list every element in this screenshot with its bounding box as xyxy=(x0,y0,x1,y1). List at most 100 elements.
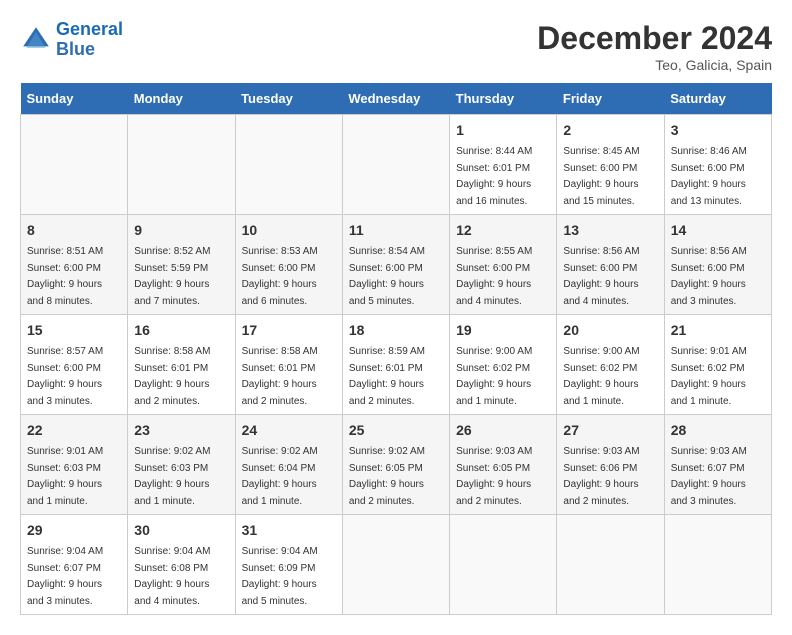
logo-blue: Blue xyxy=(56,39,95,59)
logo-text: General Blue xyxy=(56,20,123,60)
calendar-cell: 30Sunrise: 9:04 AMSunset: 6:08 PMDayligh… xyxy=(128,515,235,615)
day-number: 31 xyxy=(242,520,336,541)
day-number: 9 xyxy=(134,220,228,241)
day-info: Sunrise: 9:04 AMSunset: 6:07 PMDaylight:… xyxy=(27,546,103,607)
calendar-cell: 13 Sunrise: 8:56 AMSunset: 6:00 PMDayligh… xyxy=(557,215,664,315)
calendar-cell: 17 Sunrise: 8:58 AMSunset: 6:01 PMDayligh… xyxy=(235,315,342,415)
day-info: Sunrise: 8:46 AMSunset: 6:00 PMDaylight:… xyxy=(671,146,747,207)
calendar-row-4: 22Sunrise: 9:01 AMSunset: 6:03 PMDayligh… xyxy=(21,415,772,515)
calendar-cell: 20 Sunrise: 9:00 AMSunset: 6:02 PMDayligh… xyxy=(557,315,664,415)
page-header: General Blue December 2024 Teo, Galicia,… xyxy=(20,20,772,73)
header-row: Sunday Monday Tuesday Wednesday Thursday… xyxy=(21,83,772,115)
calendar-cell: 2 Sunrise: 8:45 AMSunset: 6:00 PMDaylight… xyxy=(557,115,664,215)
calendar-cell xyxy=(342,115,449,215)
day-number: 15 xyxy=(27,320,121,341)
day-info: Sunrise: 9:02 AMSunset: 6:03 PMDaylight:… xyxy=(134,446,210,507)
calendar-cell: 18 Sunrise: 8:59 AMSunset: 6:01 PMDayligh… xyxy=(342,315,449,415)
calendar-cell xyxy=(235,115,342,215)
day-number: 20 xyxy=(563,320,657,341)
calendar-header: Sunday Monday Tuesday Wednesday Thursday… xyxy=(21,83,772,115)
logo-general: General xyxy=(56,19,123,39)
day-number: 22 xyxy=(27,420,121,441)
day-info: Sunrise: 8:55 AMSunset: 6:00 PMDaylight:… xyxy=(456,246,532,307)
logo-icon xyxy=(20,24,52,56)
day-info: Sunrise: 9:00 AMSunset: 6:02 PMDaylight:… xyxy=(456,346,532,407)
calendar-cell: 15Sunrise: 8:57 AMSunset: 6:00 PMDayligh… xyxy=(21,315,128,415)
day-info: Sunrise: 8:45 AMSunset: 6:00 PMDaylight:… xyxy=(563,146,639,207)
col-tuesday: Tuesday xyxy=(235,83,342,115)
col-monday: Monday xyxy=(128,83,235,115)
calendar-row-2: 8 Sunrise: 8:51 AMSunset: 6:00 PMDaylight… xyxy=(21,215,772,315)
calendar-cell: 11Sunrise: 8:54 AMSunset: 6:00 PMDayligh… xyxy=(342,215,449,315)
day-info: Sunrise: 9:04 AMSunset: 6:08 PMDaylight:… xyxy=(134,546,210,607)
day-info: Sunrise: 8:56 AMSunset: 6:00 PMDaylight:… xyxy=(671,246,747,307)
calendar-cell xyxy=(664,515,771,615)
day-number: 8 xyxy=(27,220,121,241)
day-number: 1 xyxy=(456,120,550,141)
day-number: 23 xyxy=(134,420,228,441)
calendar-cell: 14 Sunrise: 8:56 AMSunset: 6:00 PMDayligh… xyxy=(664,215,771,315)
calendar-cell: 10 Sunrise: 8:53 AMSunset: 6:00 PMDayligh… xyxy=(235,215,342,315)
day-number: 26 xyxy=(456,420,550,441)
calendar-cell: 28 Sunrise: 9:03 AMSunset: 6:07 PMDayligh… xyxy=(664,415,771,515)
day-info: Sunrise: 9:04 AMSunset: 6:09 PMDaylight:… xyxy=(242,546,318,607)
day-number: 14 xyxy=(671,220,765,241)
title-area: December 2024 Teo, Galicia, Spain xyxy=(537,20,772,73)
day-info: Sunrise: 9:00 AMSunset: 6:02 PMDaylight:… xyxy=(563,346,639,407)
calendar-cell: 26 Sunrise: 9:03 AMSunset: 6:05 PMDayligh… xyxy=(450,415,557,515)
day-info: Sunrise: 8:59 AMSunset: 6:01 PMDaylight:… xyxy=(349,346,425,407)
day-number: 10 xyxy=(242,220,336,241)
day-number: 25 xyxy=(349,420,443,441)
calendar-cell: 27 Sunrise: 9:03 AMSunset: 6:06 PMDayligh… xyxy=(557,415,664,515)
calendar-cell xyxy=(128,115,235,215)
day-info: Sunrise: 8:53 AMSunset: 6:00 PMDaylight:… xyxy=(242,246,318,307)
day-info: Sunrise: 9:03 AMSunset: 6:05 PMDaylight:… xyxy=(456,446,532,507)
day-number: 24 xyxy=(242,420,336,441)
calendar-cell: 31 Sunrise: 9:04 AMSunset: 6:09 PMDayligh… xyxy=(235,515,342,615)
calendar-table: Sunday Monday Tuesday Wednesday Thursday… xyxy=(20,83,772,615)
day-info: Sunrise: 8:58 AMSunset: 6:01 PMDaylight:… xyxy=(134,346,210,407)
day-number: 13 xyxy=(563,220,657,241)
calendar-body: 1 Sunrise: 8:44 AMSunset: 6:01 PMDaylight… xyxy=(21,115,772,615)
day-info: Sunrise: 8:51 AMSunset: 6:00 PMDaylight:… xyxy=(27,246,103,307)
day-info: Sunrise: 9:03 AMSunset: 6:06 PMDaylight:… xyxy=(563,446,639,507)
location: Teo, Galicia, Spain xyxy=(537,57,772,73)
logo: General Blue xyxy=(20,20,123,60)
day-number: 19 xyxy=(456,320,550,341)
day-number: 21 xyxy=(671,320,765,341)
day-info: Sunrise: 8:58 AMSunset: 6:01 PMDaylight:… xyxy=(242,346,318,407)
day-info: Sunrise: 8:44 AMSunset: 6:01 PMDaylight:… xyxy=(456,146,532,207)
day-number: 18 xyxy=(349,320,443,341)
calendar-cell: 24 Sunrise: 9:02 AMSunset: 6:04 PMDayligh… xyxy=(235,415,342,515)
calendar-cell xyxy=(21,115,128,215)
calendar-cell: 19 Sunrise: 9:00 AMSunset: 6:02 PMDayligh… xyxy=(450,315,557,415)
calendar-cell: 29 Sunrise: 9:04 AMSunset: 6:07 PMDayligh… xyxy=(21,515,128,615)
calendar-cell: 23 Sunrise: 9:02 AMSunset: 6:03 PMDayligh… xyxy=(128,415,235,515)
day-info: Sunrise: 9:03 AMSunset: 6:07 PMDaylight:… xyxy=(671,446,747,507)
day-info: Sunrise: 9:01 AMSunset: 6:02 PMDaylight:… xyxy=(671,346,747,407)
calendar-cell: 21 Sunrise: 9:01 AMSunset: 6:02 PMDayligh… xyxy=(664,315,771,415)
col-wednesday: Wednesday xyxy=(342,83,449,115)
day-number: 16 xyxy=(134,320,228,341)
calendar-cell: 25 Sunrise: 9:02 AMSunset: 6:05 PMDayligh… xyxy=(342,415,449,515)
day-info: Sunrise: 9:02 AMSunset: 6:05 PMDaylight:… xyxy=(349,446,425,507)
day-number: 29 xyxy=(27,520,121,541)
day-number: 28 xyxy=(671,420,765,441)
calendar-cell: 16 Sunrise: 8:58 AMSunset: 6:01 PMDayligh… xyxy=(128,315,235,415)
day-number: 17 xyxy=(242,320,336,341)
calendar-cell: 22Sunrise: 9:01 AMSunset: 6:03 PMDayligh… xyxy=(21,415,128,515)
day-info: Sunrise: 8:54 AMSunset: 6:00 PMDaylight:… xyxy=(349,246,425,307)
day-number: 2 xyxy=(563,120,657,141)
calendar-row-5: 29 Sunrise: 9:04 AMSunset: 6:07 PMDayligh… xyxy=(21,515,772,615)
day-info: Sunrise: 9:02 AMSunset: 6:04 PMDaylight:… xyxy=(242,446,318,507)
col-friday: Friday xyxy=(557,83,664,115)
calendar-row-1: 1 Sunrise: 8:44 AMSunset: 6:01 PMDaylight… xyxy=(21,115,772,215)
calendar-cell xyxy=(450,515,557,615)
day-info: Sunrise: 8:56 AMSunset: 6:00 PMDaylight:… xyxy=(563,246,639,307)
calendar-row-3: 15Sunrise: 8:57 AMSunset: 6:00 PMDayligh… xyxy=(21,315,772,415)
day-info: Sunrise: 8:52 AMSunset: 5:59 PMDaylight:… xyxy=(134,246,210,307)
day-number: 27 xyxy=(563,420,657,441)
calendar-cell: 1 Sunrise: 8:44 AMSunset: 6:01 PMDaylight… xyxy=(450,115,557,215)
calendar-cell: 3Sunrise: 8:46 AMSunset: 6:00 PMDaylight… xyxy=(664,115,771,215)
col-sunday: Sunday xyxy=(21,83,128,115)
